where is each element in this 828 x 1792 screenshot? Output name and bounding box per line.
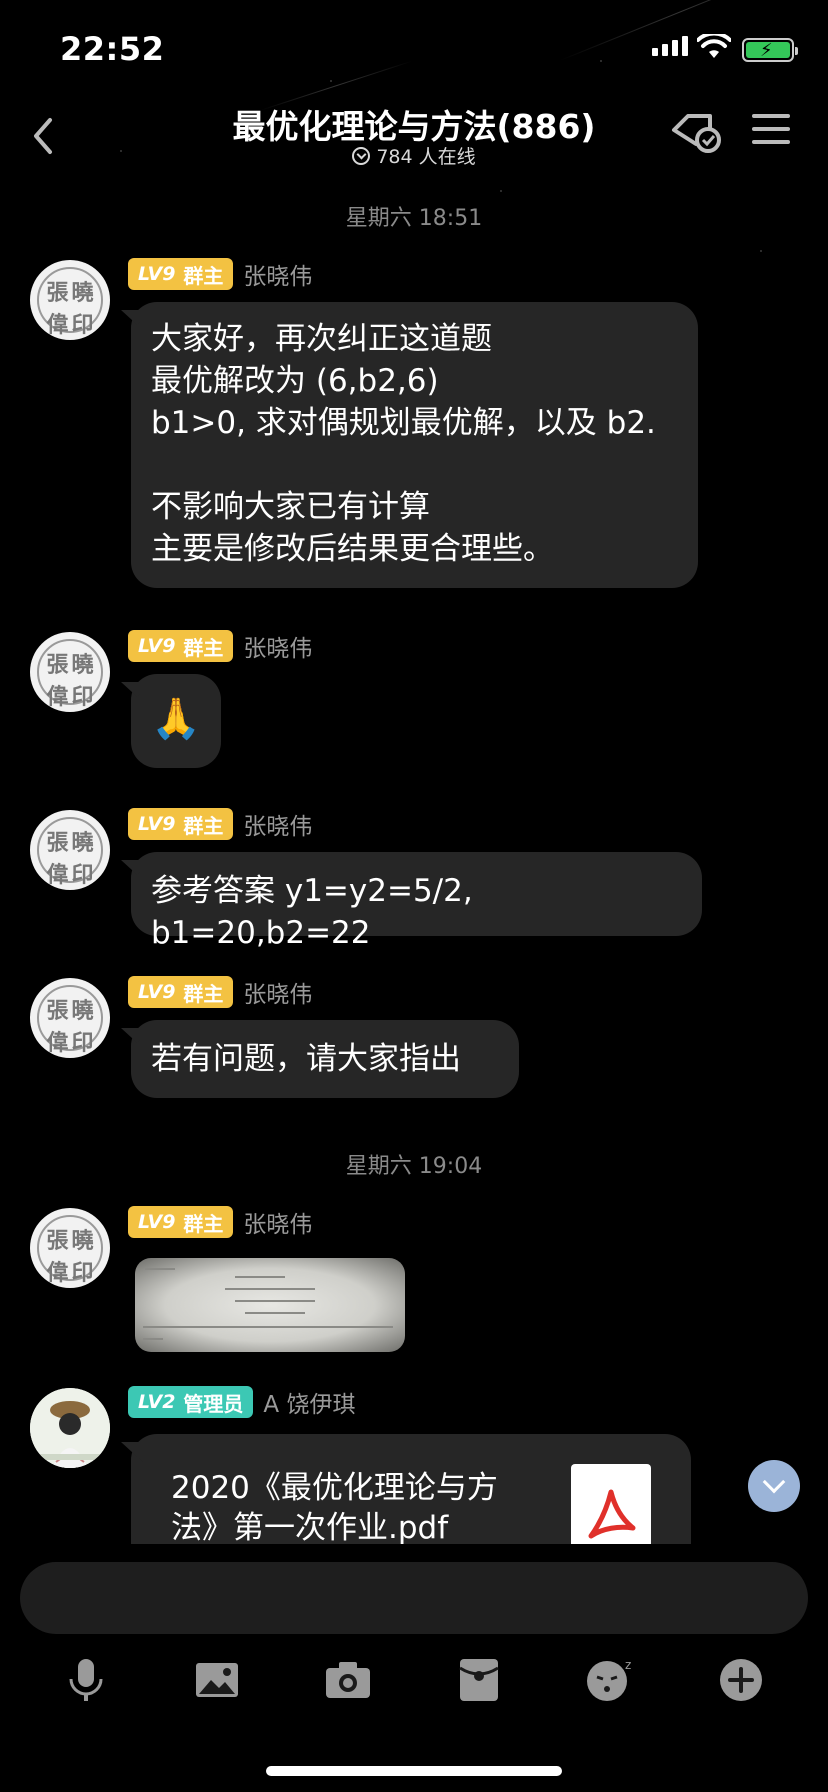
sender-name[interactable]: 张晓伟 — [243, 975, 312, 1009]
sender-name[interactable]: 张晓伟 — [243, 629, 312, 663]
microphone-icon[interactable] — [56, 1650, 116, 1710]
sender-name[interactable]: 张晓伟 — [243, 1205, 312, 1239]
message-meta: LV9 群主 张晓伟 — [128, 630, 312, 662]
message-input[interactable] — [20, 1562, 808, 1634]
avatar[interactable]: 張曉偉印 — [30, 810, 110, 890]
seal-avatar-image: 張曉偉印 — [37, 985, 103, 1056]
emoji-message-bubble[interactable]: 🙏 — [131, 674, 221, 768]
message-bubble[interactable]: 若有问题，请大家指出 — [131, 1020, 519, 1098]
avatar[interactable]: 張曉偉印 — [30, 260, 110, 340]
chat-area[interactable]: 星期六 18:51 張曉偉印 LV9 群主 张晓伟 大家好，再次纠正这道题 最优解… — [0, 178, 828, 1544]
message-meta: LV2 管理员 A 饶伊琪 — [128, 1386, 355, 1418]
message-meta: LV9 群主 张晓伟 — [128, 258, 312, 290]
scroll-to-bottom-button[interactable] — [748, 1460, 800, 1512]
wifi-icon — [697, 34, 731, 58]
seal-avatar-image: 張曉偉印 — [37, 639, 103, 710]
image-message-thumbnail[interactable] — [135, 1258, 405, 1352]
sender-name[interactable]: 张晓伟 — [243, 257, 312, 291]
red-packet-icon[interactable] — [449, 1650, 509, 1710]
sender-name[interactable]: 张晓伟 — [243, 807, 312, 841]
chevron-circle-icon — [352, 147, 371, 165]
message-bubble[interactable]: 大家好，再次纠正这道题 最优解改为 (6,b2,6) b1>0, 求对偶规划最优… — [131, 302, 698, 588]
file-name: 2020《最优化理论与方法》第一次作业.pdf — [171, 1470, 498, 1544]
level-badge: LV2 管理员 — [128, 1386, 254, 1418]
girl-avatar-image — [30, 1388, 110, 1468]
avatar[interactable]: 張曉偉印 — [30, 978, 110, 1058]
level-badge: LV9 群主 — [128, 976, 234, 1008]
home-indicator — [266, 1766, 562, 1776]
status-bar: 22:52 ⚡ — [0, 0, 828, 98]
timestamp: 星期六 19:04 — [345, 1154, 483, 1179]
task-icon[interactable] — [670, 110, 724, 156]
menu-icon[interactable] — [752, 114, 790, 148]
pdf-icon — [571, 1464, 651, 1544]
plus-icon[interactable] — [711, 1650, 771, 1710]
svg-text:z: z — [625, 1658, 631, 1672]
message-meta: LV9 群主 张晓伟 — [128, 808, 312, 840]
cellular-signal-icon — [652, 36, 688, 56]
seal-avatar-image: 張曉偉印 — [37, 817, 103, 888]
level-badge: LV9 群主 — [128, 630, 234, 662]
message-meta: LV9 群主 张晓伟 — [128, 976, 312, 1008]
input-toolbar: z — [0, 1650, 828, 1710]
level-badge: LV9 群主 — [128, 258, 234, 290]
file-message-card[interactable]: 2020《最优化理论与方法》第一次作业.pdf — [131, 1434, 691, 1544]
status-time: 22:52 — [60, 30, 165, 68]
seal-avatar-image: 張曉偉印 — [37, 267, 103, 338]
image-icon[interactable] — [187, 1650, 247, 1710]
nav-bar: 最优化理论与方法(886) 784 人在线 — [0, 98, 828, 178]
avatar[interactable]: 張曉偉印 — [30, 632, 110, 712]
battery-icon: ⚡ — [742, 38, 798, 62]
camera-icon[interactable] — [318, 1650, 378, 1710]
chevron-down-icon — [762, 1470, 786, 1494]
avatar[interactable]: 張曉偉印 — [30, 1208, 110, 1288]
message-meta: LV9 群主 张晓伟 — [128, 1206, 312, 1238]
level-badge: LV9 群主 — [128, 808, 234, 840]
level-badge: LV9 群主 — [128, 1206, 234, 1238]
message-bubble[interactable]: 参考答案 y1=y2=5/2, b1=20,b2=22 — [131, 852, 702, 951]
avatar[interactable] — [30, 1388, 110, 1468]
timestamp: 星期六 18:51 — [345, 206, 483, 231]
emoji-icon[interactable]: z — [580, 1650, 640, 1710]
sender-name[interactable]: A 饶伊琪 — [263, 1385, 355, 1419]
message-input-bar[interactable] — [20, 1562, 808, 1634]
seal-avatar-image: 張曉偉印 — [37, 1215, 103, 1286]
